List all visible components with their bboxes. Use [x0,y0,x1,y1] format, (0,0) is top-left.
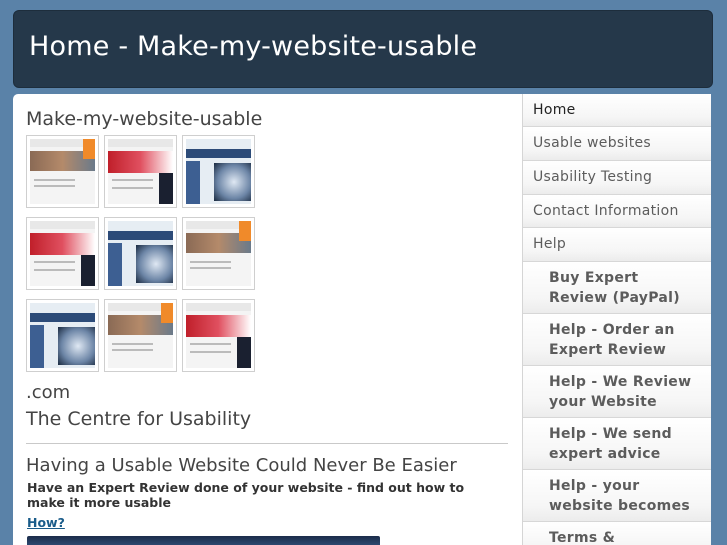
nav-item-label: Help [533,236,567,252]
nav-item-help-we-send[interactable]: Help - We send expert advice [523,418,711,470]
nav-item-home[interactable]: Home [523,94,711,127]
gallery-thumbnail[interactable] [182,217,255,290]
section-subheading: Have an Expert Review done of your websi… [27,480,465,510]
banner-image [27,536,380,545]
nav-item-label: Usability Testing [533,169,653,185]
gallery-thumbnail[interactable] [26,299,99,372]
nav-item-label: Help - Order an Expert Review [549,322,675,358]
gallery-thumbnail[interactable] [182,135,255,208]
nav-item-help-order[interactable]: Help - Order an Expert Review [523,314,711,366]
nav-item-usable-websites[interactable]: Usable websites [523,127,711,161]
site-title: Make-my-website-usable [26,108,263,130]
nav-item-usability-testing[interactable]: Usability Testing [523,161,711,195]
gallery-thumbnail[interactable] [26,135,99,208]
nav-item-label: Buy Expert Review (PayPal) [549,270,680,306]
nav-item-label: Help - your website becomes [549,478,690,514]
divider [26,443,508,444]
section-heading: Having a Usable Website Could Never Be E… [26,455,457,476]
gallery-thumbnail[interactable] [104,217,177,290]
page-title: Home - Make-my-website-usable [29,31,478,62]
nav-item-label: Terms & Conditions [549,530,616,545]
tagline: The Centre for Usability [26,408,252,430]
gallery-thumbnail[interactable] [26,217,99,290]
page-header: Home - Make-my-website-usable [13,10,713,88]
main-content: Make-my-website-usable .com The Centre f… [13,94,522,545]
how-link[interactable]: How? [27,515,65,530]
nav-item-label: Contact Information [533,203,679,219]
nav-item-help[interactable]: Help [523,228,711,262]
nav-item-contact-information[interactable]: Contact Information [523,195,711,228]
nav-item-help-your-website[interactable]: Help - your website becomes [523,470,711,522]
gallery-thumbnail[interactable] [182,299,255,372]
nav-item-label: Help - We send expert advice [549,426,672,462]
nav-item-label: Home [533,102,576,118]
nav-item-label: Help - We Review your Website [549,374,692,410]
nav-item-help-we-review[interactable]: Help - We Review your Website [523,366,711,418]
gallery-thumbnail[interactable] [104,299,177,372]
gallery-thumbnail[interactable] [104,135,177,208]
domain-suffix: .com [26,382,71,403]
nav-item-label: Usable websites [533,135,651,151]
nav-item-terms[interactable]: Terms & Conditions [523,522,711,545]
nav-item-buy-expert-review[interactable]: Buy Expert Review (PayPal) [523,262,711,314]
sidebar-nav: Home Usable websites Usability Testing C… [522,94,711,545]
